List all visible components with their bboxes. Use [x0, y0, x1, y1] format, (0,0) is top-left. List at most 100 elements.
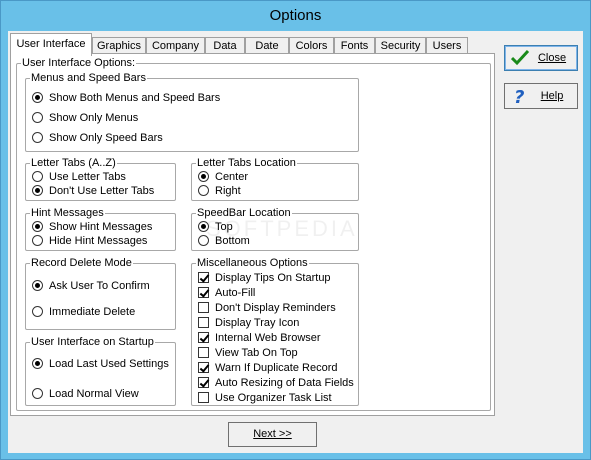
- radio-button: [198, 171, 209, 182]
- radio-label: Don't Use Letter Tabs: [49, 185, 155, 197]
- menus-speedbars-legend: Menus and Speed Bars: [30, 71, 147, 85]
- radio-label: Load Last Used Settings: [49, 358, 169, 370]
- radio-button: [32, 358, 43, 369]
- radio-bottom[interactable]: Bottom: [198, 234, 250, 249]
- help-button[interactable]: ? Help: [504, 83, 578, 109]
- radio-label: Center: [215, 171, 249, 183]
- checkbox-auto-resizing[interactable]: Auto Resizing of Data Fields: [198, 376, 354, 391]
- radio-show-both[interactable]: Show Both Menus and Speed Bars: [32, 91, 220, 106]
- next-button-label: Next >>: [253, 428, 292, 440]
- radio-button: [32, 92, 43, 103]
- record-delete-mode-legend: Record Delete Mode: [30, 256, 133, 270]
- checkbox: [198, 362, 209, 373]
- radio-show-only-menus[interactable]: Show Only Menus: [32, 111, 138, 126]
- checkbox: [198, 287, 209, 298]
- radio-immediate-delete[interactable]: Immediate Delete: [32, 305, 135, 320]
- user-interface-panel: SOFTPEDIA User Interface Options: Menus …: [10, 53, 495, 416]
- hint-messages-legend: Hint Messages: [30, 206, 105, 220]
- radio-label: Top: [215, 221, 233, 233]
- checkbox-display-tray-icon[interactable]: Display Tray Icon: [198, 316, 299, 331]
- checkbox-auto-fill[interactable]: Auto-Fill: [198, 286, 255, 301]
- radio-button: [198, 235, 209, 246]
- checkbox-label: Auto-Fill: [215, 287, 256, 299]
- checkbox: [198, 317, 209, 328]
- checkbox-warn-duplicate-record[interactable]: Warn If Duplicate Record: [198, 361, 337, 376]
- check-icon: [511, 50, 529, 66]
- svg-text:?: ?: [514, 87, 524, 105]
- radio-label: Hide Hint Messages: [49, 235, 148, 247]
- radio-center[interactable]: Center: [198, 170, 248, 185]
- close-button[interactable]: Close: [504, 45, 578, 71]
- checkbox-view-tab-on-top[interactable]: View Tab On Top: [198, 346, 298, 361]
- user-interface-options-legend: User Interface Options:: [21, 56, 137, 70]
- radio-dont-use-letter-tabs[interactable]: Don't Use Letter Tabs: [32, 184, 154, 199]
- question-mark-icon: ?: [514, 87, 524, 105]
- radio-button: [32, 388, 43, 399]
- next-button[interactable]: Next >>: [228, 422, 317, 447]
- checkbox-label: Display Tips On Startup: [215, 272, 331, 284]
- radio-button: [32, 306, 43, 317]
- checkbox-label: Use Organizer Task List: [215, 392, 332, 404]
- checkbox-label: Warn If Duplicate Record: [215, 362, 338, 374]
- checkbox: [198, 347, 209, 358]
- radio-label: Show Hint Messages: [49, 221, 153, 233]
- checkbox: [198, 377, 209, 388]
- checkbox: [198, 332, 209, 343]
- record-delete-mode-group: Record Delete Mode Ask User To Confirm I…: [25, 256, 176, 330]
- radio-label: Use Letter Tabs: [49, 171, 126, 183]
- radio-ask-user-to-confirm[interactable]: Ask User To Confirm: [32, 279, 150, 294]
- menus-speedbars-group: Menus and Speed Bars Show Both Menus and…: [25, 71, 359, 152]
- radio-show-hint-messages[interactable]: Show Hint Messages: [32, 220, 152, 235]
- checkbox-label: Auto Resizing of Data Fields: [215, 377, 354, 389]
- radio-label: Show Only Speed Bars: [49, 132, 163, 144]
- radio-label: Show Only Menus: [49, 112, 139, 124]
- radio-label: Right: [215, 185, 241, 197]
- hint-messages-group: Hint Messages Show Hint Messages Hide Hi…: [25, 206, 176, 251]
- user-interface-options-group: User Interface Options: Menus and Speed …: [16, 56, 491, 411]
- checkbox-label: Internal Web Browser: [215, 332, 321, 344]
- checkbox-use-organizer-task-list[interactable]: Use Organizer Task List: [198, 391, 332, 406]
- letter-tabs-legend: Letter Tabs (A..Z): [30, 156, 117, 170]
- letter-tabs-location-group: Letter Tabs Location Center Right: [191, 156, 359, 201]
- checkbox-display-tips[interactable]: Display Tips On Startup: [198, 271, 331, 286]
- help-button-label: Help: [540, 90, 564, 102]
- checkbox-dont-display-reminders[interactable]: Don't Display Reminders: [198, 301, 336, 316]
- radio-label: Load Normal View: [49, 388, 139, 400]
- radio-button: [32, 235, 43, 246]
- radio-use-letter-tabs[interactable]: Use Letter Tabs: [32, 170, 126, 185]
- options-window: Options User Interface Graphics Company …: [0, 0, 591, 460]
- ui-on-startup-group: User Interface on Startup Load Last Used…: [25, 335, 176, 406]
- radio-button: [198, 185, 209, 196]
- speedbar-location-group: SpeedBar Location Top Bottom: [191, 206, 359, 251]
- window-title: Options: [269, 7, 322, 24]
- radio-button: [32, 132, 43, 143]
- checkbox: [198, 272, 209, 283]
- checkbox: [198, 392, 209, 403]
- radio-label: Immediate Delete: [49, 306, 136, 318]
- radio-show-only-speedbars[interactable]: Show Only Speed Bars: [32, 131, 163, 146]
- close-button-label: Close: [537, 52, 567, 64]
- misc-options-group: Miscellaneous Options Display Tips On St…: [191, 256, 359, 406]
- checkbox: [198, 302, 209, 313]
- checkbox-label: View Tab On Top: [215, 347, 298, 359]
- checkbox-label: Display Tray Icon: [215, 317, 300, 329]
- speedbar-location-legend: SpeedBar Location: [196, 206, 292, 220]
- radio-button: [32, 112, 43, 123]
- radio-button: [32, 221, 43, 232]
- radio-right[interactable]: Right: [198, 184, 241, 199]
- checkbox-internal-web-browser[interactable]: Internal Web Browser: [198, 331, 321, 346]
- letter-tabs-group: Letter Tabs (A..Z) Use Letter Tabs Don't…: [25, 156, 176, 201]
- letter-tabs-location-legend: Letter Tabs Location: [196, 156, 297, 170]
- radio-button: [32, 171, 43, 182]
- ui-on-startup-legend: User Interface on Startup: [30, 335, 155, 349]
- radio-button: [32, 280, 43, 291]
- checkbox-label: Don't Display Reminders: [215, 302, 336, 314]
- misc-options-legend: Miscellaneous Options: [196, 256, 309, 270]
- radio-top[interactable]: Top: [198, 220, 233, 235]
- radio-load-normal-view[interactable]: Load Normal View: [32, 387, 139, 402]
- tab-user-interface[interactable]: User Interface: [10, 33, 92, 56]
- radio-button: [32, 185, 43, 196]
- radio-load-last-used-settings[interactable]: Load Last Used Settings: [32, 357, 169, 372]
- radio-hide-hint-messages[interactable]: Hide Hint Messages: [32, 234, 147, 249]
- radio-label: Show Both Menus and Speed Bars: [49, 92, 221, 104]
